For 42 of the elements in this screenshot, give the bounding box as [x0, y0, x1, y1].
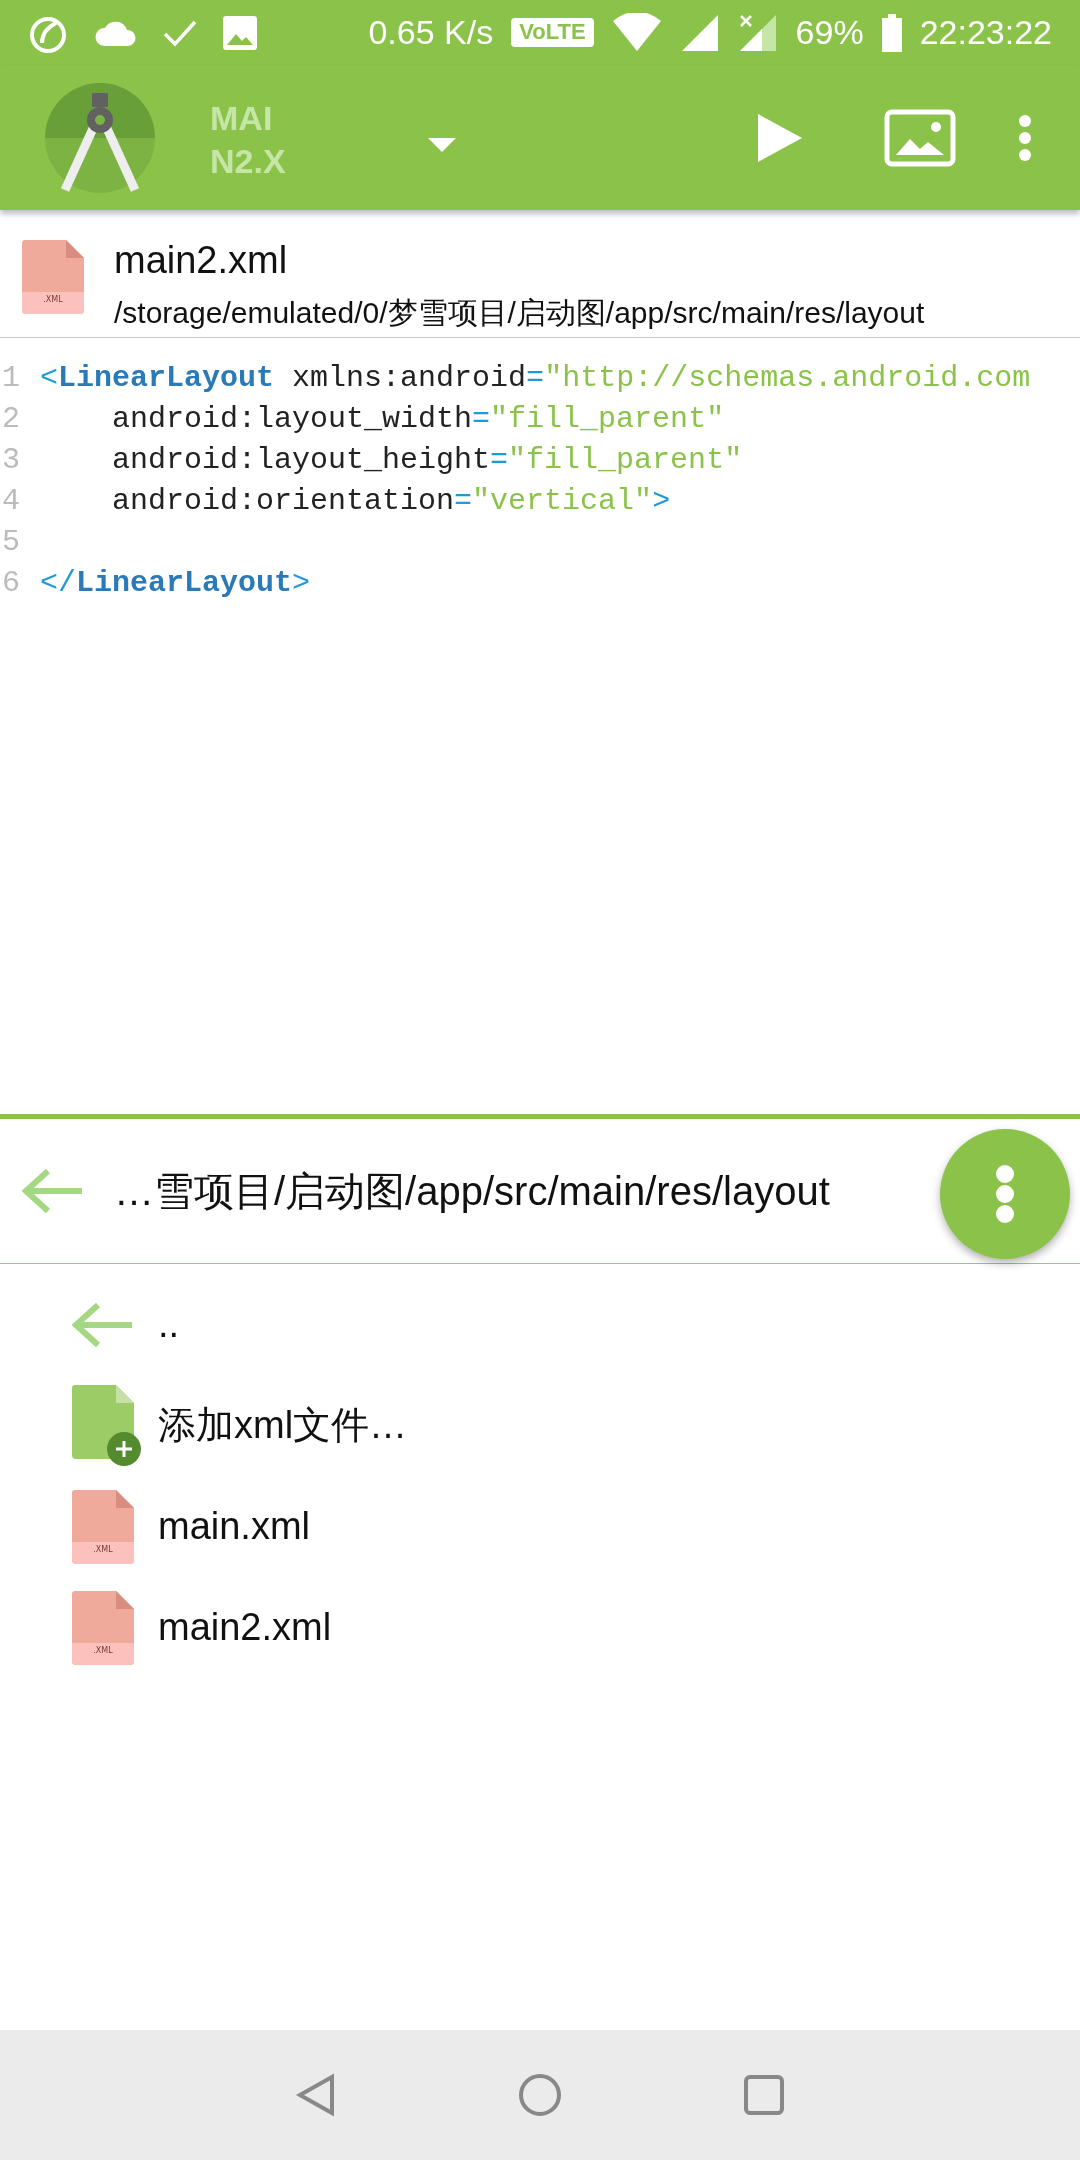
home-nav-icon[interactable]: [518, 2073, 562, 2117]
line-number: 4: [1, 483, 21, 520]
file-list-item[interactable]: 添加xml文件…: [0, 1375, 1080, 1476]
line-number: 5: [1, 524, 21, 561]
more-options-icon: [994, 1165, 1016, 1223]
image-icon[interactable]: [884, 108, 956, 167]
more-options-button[interactable]: [940, 1129, 1070, 1259]
xml-file-icon: .XML: [72, 1590, 134, 1665]
code-line: android:layout_height="fill_parent": [111, 442, 743, 479]
file-list-item[interactable]: .XML main.xml: [0, 1476, 1080, 1577]
file-name: main2.xml: [114, 240, 289, 282]
code-line: android:layout_width="fill_parent": [111, 401, 725, 438]
file-path: /storage/emulated/0/梦雪项目/启动图/app/src/main/res/layout: [114, 294, 925, 331]
file-list-item[interactable]: .XML main2.xml: [0, 1577, 1080, 1678]
wifi-icon: [611, 12, 662, 53]
image-icon: [222, 14, 258, 51]
line-number: 2: [1, 401, 21, 438]
line-number: 1: [1, 360, 21, 397]
code-line: <LinearLayout xmlns:android="http://schemas.android.com: [40, 360, 1031, 397]
volte-indicator: VoLTE: [511, 18, 594, 47]
code-line: android:orientation="vertical">: [111, 483, 671, 520]
add-file-icon: [72, 1384, 144, 1467]
battery-icon: [881, 13, 902, 52]
folder-path: …雪项目/启动图/app/src/main/res/layout: [114, 1168, 830, 1215]
clock-text: 22:23:22: [919, 12, 1052, 53]
recents-nav-icon[interactable]: [742, 2073, 786, 2117]
more-options-icon[interactable]: [1018, 114, 1032, 161]
code-line: </LinearLayout>: [40, 565, 311, 602]
back-arrow-icon: [72, 1301, 134, 1348]
line-number: 3: [1, 442, 21, 479]
dropdown-caret-icon[interactable]: [428, 137, 456, 152]
file-list-item[interactable]: ..: [0, 1274, 1080, 1375]
play-icon[interactable]: [758, 113, 802, 162]
toolbar-title: MAI: [210, 98, 274, 139]
xml-file-icon: .XML: [22, 240, 84, 314]
toolbar-title: N2.X: [210, 140, 287, 182]
signal-icon: [737, 12, 778, 53]
back-arrow-icon[interactable]: [22, 1168, 84, 1214]
line-number: 6: [1, 565, 21, 602]
network-speed-text: 0.65 K/s: [368, 12, 494, 53]
battery-percent-text: 69%: [795, 12, 864, 53]
xml-file-icon: .XML: [72, 1489, 134, 1564]
